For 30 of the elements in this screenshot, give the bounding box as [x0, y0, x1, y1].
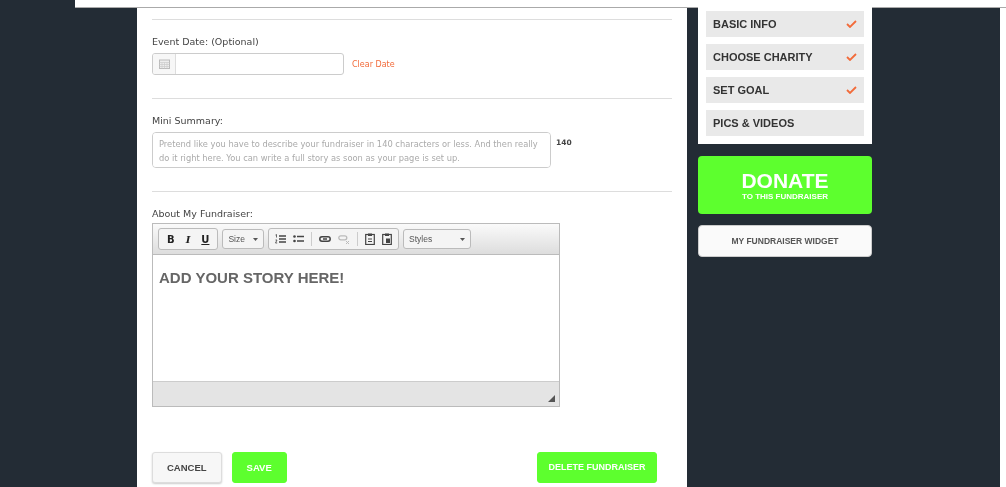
- cancel-button[interactable]: CANCEL: [152, 451, 222, 483]
- field-label: About My Fundraiser:: [152, 208, 255, 219]
- paste-icon[interactable]: [365, 233, 375, 245]
- format-button[interactable]: U: [199, 233, 212, 245]
- calendar-icon: [158, 59, 170, 69]
- summary-field[interactable]: Pretend like you have to describe your fundraiser in 140 characters or less. And then really do it right here. You can write a full story as soon as your page is set up.: [152, 132, 551, 168]
- format-button[interactable]: I: [183, 233, 193, 245]
- caret-icon: [253, 237, 258, 241]
- step-label: SET GOAL: [713, 84, 770, 96]
- numbered-list-icon[interactable]: [275, 234, 286, 244]
- caret-icon: [460, 237, 465, 241]
- step-item[interactable]: PICS & VIDEOS: [706, 110, 864, 136]
- field-label: Event Date: (Optional): [152, 36, 260, 47]
- field-label: Mini Summary:: [152, 115, 224, 126]
- styles-dropdown[interactable]: Styles: [403, 229, 471, 249]
- widget-button[interactable]: MY FUNDRAISER WIDGET: [698, 225, 872, 257]
- format-button[interactable]: B: [165, 233, 177, 245]
- step-label: PICS & VIDEOS: [713, 117, 795, 129]
- resize-handle-icon[interactable]: [548, 395, 555, 402]
- size-dropdown[interactable]: Size: [222, 229, 264, 249]
- date-field[interactable]: [152, 53, 344, 75]
- step-item[interactable]: BASIC INFO: [706, 11, 864, 37]
- step-item[interactable]: CHOOSE CHARITY: [706, 44, 864, 70]
- paste-text-icon[interactable]: [382, 233, 392, 245]
- link-icon[interactable]: [319, 236, 331, 242]
- step-label: CHOOSE CHARITY: [713, 51, 813, 63]
- story-text: ADD YOUR STORY HERE!: [158, 268, 346, 288]
- bulleted-list-icon[interactable]: [293, 234, 304, 244]
- step-item[interactable]: SET GOAL: [706, 77, 864, 103]
- step-label: BASIC INFO: [713, 18, 777, 30]
